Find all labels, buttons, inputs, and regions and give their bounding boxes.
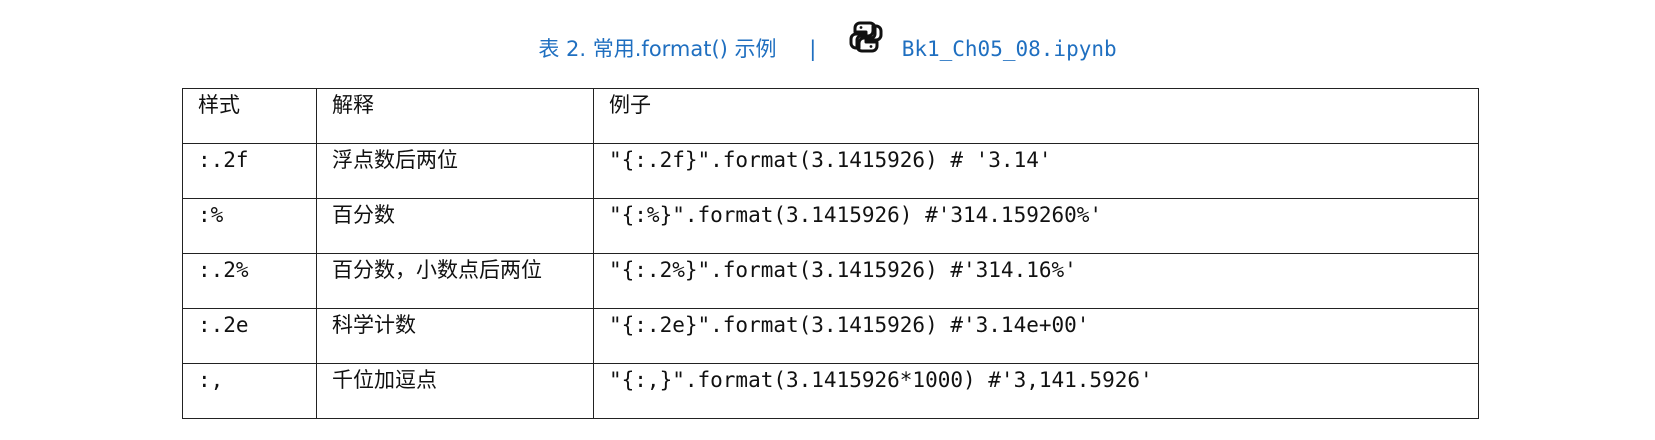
caption-separator: | <box>809 36 817 61</box>
table-row: :.2e 科学计数 "{:.2e}".format(3.1415926) #'3… <box>182 308 1479 364</box>
header-example: 例子 <box>593 88 1479 144</box>
cell-style: :.2f <box>182 143 317 199</box>
cell-style: :.2e <box>182 308 317 364</box>
header-explanation: 解释 <box>316 88 594 144</box>
cell-style: :% <box>182 198 317 254</box>
cell-example: "{:.2f}".format(3.1415926) # '3.14' <box>593 143 1479 199</box>
table-row: :.2% 百分数，小数点后两位 "{:.2%}".format(3.141592… <box>182 253 1479 309</box>
cell-explanation: 百分数，小数点后两位 <box>316 253 594 309</box>
cell-example: "{:,}".format(3.1415926*1000) #'3,141.59… <box>593 363 1479 419</box>
cell-explanation: 百分数 <box>316 198 594 254</box>
cell-example: "{:.2e}".format(3.1415926) #'3.14e+00' <box>593 308 1479 364</box>
cell-explanation: 科学计数 <box>316 308 594 364</box>
cell-example: "{:.2%}".format(3.1415926) #'314.16%' <box>593 253 1479 309</box>
cell-explanation: 千位加逗点 <box>316 363 594 419</box>
caption-label: 表 2. 常用.format() 示例 <box>538 36 777 61</box>
cell-style: :, <box>182 363 317 419</box>
python-icon <box>849 21 895 69</box>
format-examples-table: 样式 解释 例子 :.2f 浮点数后两位 "{:.2f}".format(3.1… <box>182 88 1479 419</box>
cell-style: :.2% <box>182 253 317 309</box>
cell-explanation: 浮点数后两位 <box>316 143 594 199</box>
table-row: :, 千位加逗点 "{:,}".format(3.1415926*1000) #… <box>182 363 1479 419</box>
table-row: :% 百分数 "{:%}".format(3.1415926) #'314.15… <box>182 198 1479 254</box>
table-row: :.2f 浮点数后两位 "{:.2f}".format(3.1415926) #… <box>182 143 1479 199</box>
table-caption: 表 2. 常用.format() 示例 | Bk1_Ch05_08.ipynb <box>0 21 1655 69</box>
cell-example: "{:%}".format(3.1415926) #'314.159260%' <box>593 198 1479 254</box>
header-style: 样式 <box>182 88 317 144</box>
table-header-row: 样式 解释 例子 <box>182 88 1479 144</box>
notebook-link[interactable]: Bk1_Ch05_08.ipynb <box>902 35 1117 63</box>
